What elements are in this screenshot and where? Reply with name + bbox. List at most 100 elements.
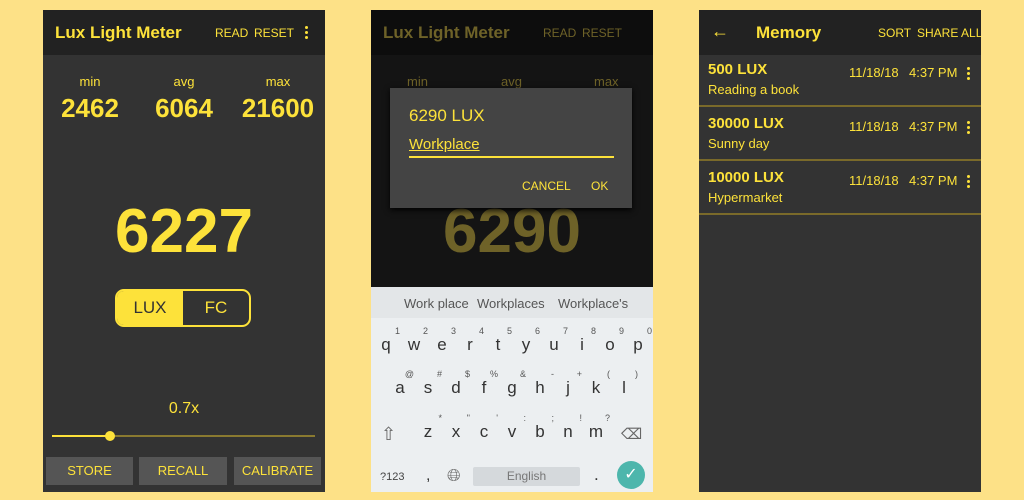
back-arrow-icon[interactable]: ← bbox=[711, 21, 729, 42]
key-b[interactable]: b; bbox=[527, 413, 554, 442]
item-note: Hypermarket bbox=[708, 190, 783, 205]
key-r[interactable]: r4 bbox=[457, 326, 484, 355]
key-f[interactable]: f% bbox=[471, 369, 498, 398]
calibrate-button[interactable]: CALIBRATE bbox=[234, 457, 321, 485]
reset-button[interactable]: RESET bbox=[254, 26, 294, 40]
note-input[interactable]: Workplace bbox=[409, 136, 614, 158]
sort-button[interactable]: SORT bbox=[878, 26, 911, 40]
item-note: Sunny day bbox=[708, 136, 770, 151]
key-u[interactable]: u7 bbox=[541, 326, 568, 355]
suggestion[interactable]: Workplaces bbox=[477, 296, 545, 311]
key-label: d bbox=[451, 378, 461, 397]
more-vert-icon[interactable] bbox=[967, 175, 970, 190]
min-value: 2462 bbox=[61, 93, 119, 123]
more-vert-icon[interactable] bbox=[967, 67, 970, 82]
avg-value: 6064 bbox=[155, 93, 213, 123]
key-label: p bbox=[633, 335, 643, 354]
suggestion[interactable]: Work place bbox=[404, 296, 469, 311]
key-hint: - bbox=[551, 369, 554, 379]
key-d[interactable]: d $ bbox=[443, 369, 470, 398]
key-s[interactable]: s # bbox=[415, 369, 442, 398]
key-hint: @ bbox=[404, 369, 414, 379]
key-h[interactable]: h- bbox=[527, 369, 554, 398]
share-all-button[interactable]: SHARE ALL bbox=[917, 26, 981, 40]
key-hint: ( bbox=[607, 369, 610, 379]
key-label: i bbox=[580, 335, 584, 354]
key-hint: " bbox=[466, 413, 470, 423]
key-hint: 4 bbox=[478, 326, 484, 336]
cancel-button[interactable]: CANCEL bbox=[522, 179, 571, 193]
fc-option[interactable]: FC bbox=[183, 291, 249, 325]
key-o[interactable]: o9 bbox=[597, 326, 624, 355]
key-g[interactable]: g & bbox=[499, 369, 526, 398]
key-x[interactable]: x " bbox=[443, 413, 470, 442]
ok-button[interactable]: OK bbox=[591, 179, 608, 193]
space-key[interactable]: English bbox=[473, 467, 580, 486]
key-n[interactable]: n! bbox=[555, 413, 582, 442]
suggestion[interactable]: Workplace's bbox=[558, 296, 628, 311]
key-label: f bbox=[481, 378, 487, 397]
unit-toggle: LUX FC bbox=[115, 289, 251, 327]
key-v[interactable]: v: bbox=[499, 413, 526, 442]
app-title: Lux Light Meter bbox=[383, 23, 510, 42]
key-l[interactable]: l) bbox=[611, 369, 638, 398]
backspace-icon[interactable]: ⌫ bbox=[621, 425, 642, 443]
store-button[interactable]: STORE bbox=[46, 457, 133, 485]
lux-option[interactable]: LUX bbox=[117, 291, 183, 325]
recall-button[interactable]: RECALL bbox=[139, 457, 227, 485]
slider-thumb[interactable] bbox=[104, 431, 115, 441]
symbols-key[interactable]: ?123 bbox=[380, 471, 404, 483]
app-bar: Lux Light Meter READ RESET bbox=[43, 10, 325, 55]
key-y[interactable]: y6 bbox=[513, 326, 540, 355]
key-z[interactable]: z * bbox=[415, 413, 442, 442]
min-label: min bbox=[79, 74, 101, 89]
checkmark-icon[interactable]: ✓ bbox=[617, 461, 645, 489]
key-j[interactable]: j + bbox=[555, 369, 582, 398]
read-button[interactable]: READ bbox=[215, 26, 248, 40]
key-a[interactable]: a @ bbox=[387, 369, 414, 398]
key-k[interactable]: k( bbox=[583, 369, 610, 398]
period-key[interactable]: . bbox=[594, 465, 599, 485]
min-label: min bbox=[407, 74, 428, 89]
suggestion-bar: Work place Workplaces Workplace's bbox=[371, 287, 653, 318]
key-hint: 7 bbox=[562, 326, 568, 336]
globe-icon[interactable]: 🌐︎ bbox=[447, 466, 461, 486]
key-label: j bbox=[566, 378, 570, 397]
key-p[interactable]: p0 bbox=[625, 326, 652, 355]
more-vert-icon[interactable] bbox=[305, 26, 308, 41]
memory-screen: ← Memory SORT SHARE ALL 500 LUX Reading … bbox=[699, 10, 981, 492]
key-hint: 6 bbox=[534, 326, 540, 336]
key-hint: % bbox=[489, 369, 498, 379]
reset-button: RESET bbox=[582, 26, 623, 40]
key-c[interactable]: c ' bbox=[471, 413, 498, 442]
item-time: 4:37 PM bbox=[909, 173, 958, 188]
key-q[interactable]: q1 bbox=[373, 326, 400, 355]
app-bar: ← Memory SORT SHARE ALL bbox=[699, 10, 981, 55]
key-t[interactable]: t5 bbox=[485, 326, 512, 355]
dialog-screen: Lux Light Meter READ RESET min avg max 6… bbox=[371, 10, 653, 492]
key-hint: 2 bbox=[422, 326, 428, 336]
key-label: t bbox=[495, 335, 501, 354]
key-w[interactable]: w2 bbox=[401, 326, 428, 355]
lux-reading: 6227 bbox=[115, 197, 253, 266]
screen-title: Memory bbox=[756, 23, 822, 42]
memory-item[interactable]: 500 LUX Reading a book 11/18/18 4:37 PM bbox=[699, 55, 981, 107]
item-time: 4:37 PM bbox=[909, 119, 958, 134]
memory-item[interactable]: 30000 LUX Sunny day 11/18/18 4:37 PM bbox=[699, 109, 981, 161]
avg-label: avg bbox=[173, 74, 195, 89]
memory-item[interactable]: 10000 LUX Hypermarket 11/18/18 4:37 PM bbox=[699, 163, 981, 215]
key-hint: & bbox=[519, 369, 526, 379]
item-date: 11/18/18 bbox=[849, 173, 899, 188]
key-i[interactable]: i8 bbox=[569, 326, 596, 355]
item-time: 4:37 PM bbox=[909, 65, 958, 80]
key-label: w bbox=[407, 335, 421, 354]
more-vert-icon[interactable] bbox=[967, 121, 970, 136]
comma-key[interactable]: , bbox=[426, 467, 430, 485]
save-dialog: 6290 LUX Workplace CANCEL OK bbox=[390, 88, 632, 208]
multiplier-slider[interactable] bbox=[52, 431, 315, 441]
key-m[interactable]: m? bbox=[583, 413, 610, 442]
key-label: a bbox=[395, 378, 405, 397]
key-hint: 9 bbox=[618, 326, 624, 336]
key-e[interactable]: e3 bbox=[429, 326, 456, 355]
shift-icon[interactable]: ⇧ bbox=[381, 424, 396, 445]
